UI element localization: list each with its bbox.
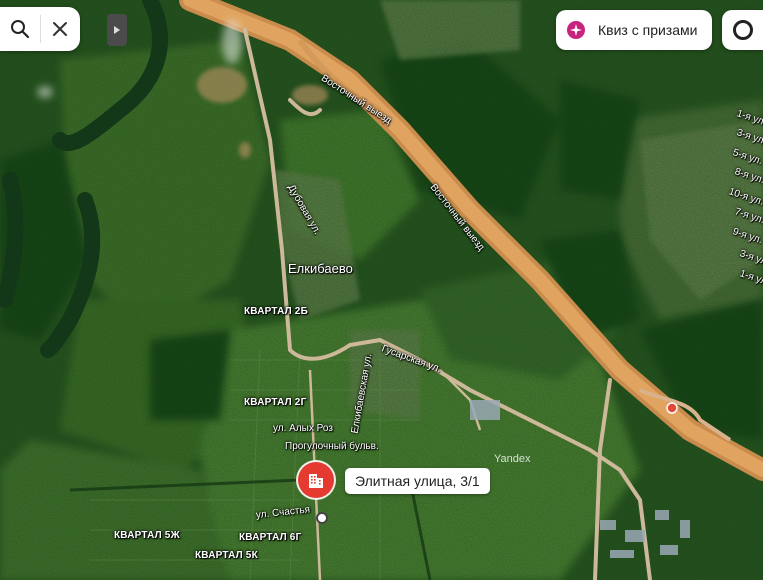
search-control	[0, 7, 80, 51]
pin-point	[316, 512, 328, 524]
alice-button[interactable]	[722, 10, 763, 50]
quiz-button[interactable]: Квиз с призами	[556, 10, 712, 50]
alice-ring-icon	[732, 20, 753, 40]
sparkle-icon	[567, 21, 585, 39]
close-icon	[53, 22, 68, 36]
building-icon	[309, 474, 323, 488]
location-marker[interactable]	[298, 462, 334, 498]
close-button[interactable]	[40, 7, 80, 51]
yandex-watermark: Yandex	[494, 453, 531, 465]
search-icon	[10, 20, 29, 39]
quiz-label: Квиз с призами	[598, 22, 698, 38]
play-icon	[114, 26, 120, 34]
search-button[interactable]	[0, 7, 40, 51]
play-button[interactable]	[107, 14, 127, 46]
address-label[interactable]: Элитная улица, 3/1	[345, 468, 490, 494]
